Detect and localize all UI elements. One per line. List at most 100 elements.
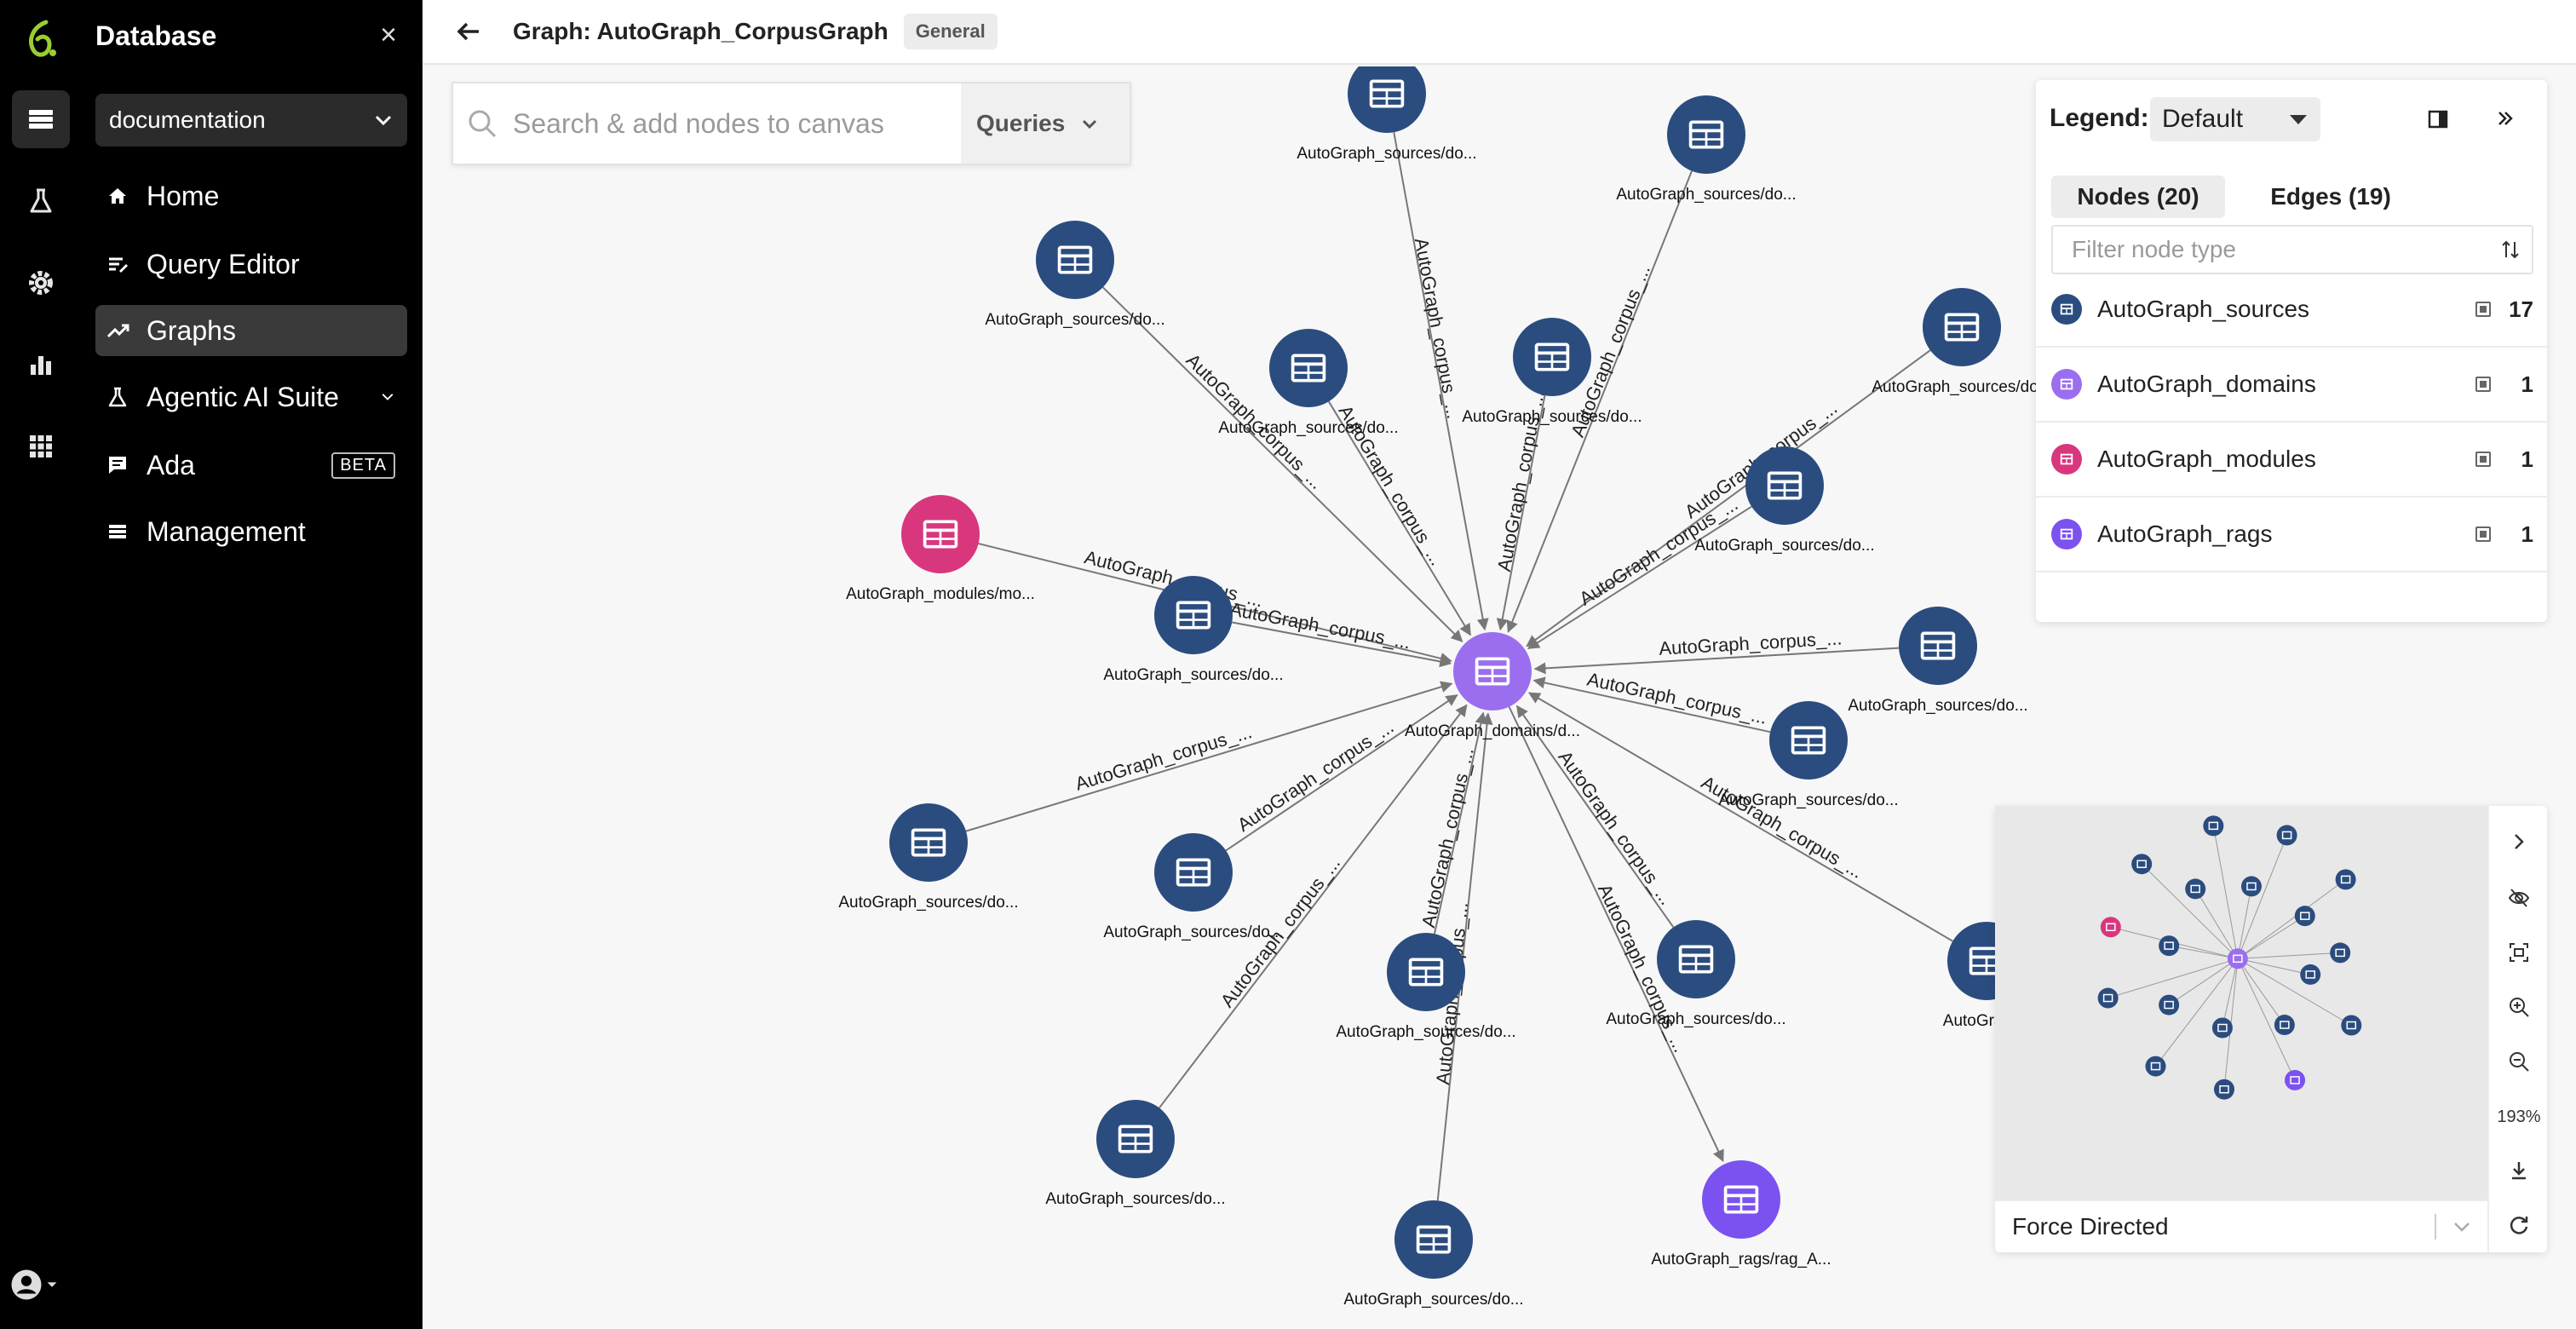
tab-nodes[interactable]: Nodes (20) (2051, 175, 2225, 218)
node-label: AutoGraph_sources/do... (985, 311, 1164, 329)
minimap-node (2159, 994, 2180, 1015)
graph-node-source[interactable]: AutoGraph_sources/do... (985, 221, 1165, 329)
graph-node-source[interactable]: AutoGraph_sources/do... (1336, 933, 1516, 1041)
nav-item-label: Agentic AI Suite (147, 381, 339, 412)
nav-item-home[interactable]: Home (95, 170, 407, 222)
database-rail-icon[interactable] (12, 90, 70, 148)
app-logo-icon[interactable] (20, 19, 61, 60)
node-type-name: AutoGraph_modules (2097, 446, 2316, 472)
chevron-right-icon[interactable] (2504, 826, 2534, 857)
graph-node-domain-center[interactable]: AutoGraph_domains/d... (1405, 632, 1580, 740)
graph-node-source[interactable]: AutoGraph_sources/do... (1045, 1100, 1226, 1208)
edge-label: AutoGraph_corpus_... (1233, 716, 1398, 836)
minimap-edge (2237, 886, 2252, 959)
node-label: AutoGraph_rags/rag_A... (1651, 1251, 1831, 1269)
graph-node-rag[interactable]: AutoGraph_rags/rag_A... (1651, 1160, 1831, 1269)
graph-edge[interactable] (1527, 505, 1752, 650)
visibility-toggle-icon[interactable] (2475, 377, 2491, 392)
graph-edge[interactable] (965, 681, 1453, 832)
graph-node-source[interactable]: AutoGraph_sources/do... (1103, 833, 1284, 941)
nav-title: Database (95, 20, 217, 51)
list-icon (109, 525, 126, 538)
graph-node-source[interactable]: AutoGraph_sources/do... (1872, 288, 2052, 396)
legend-row[interactable]: AutoGraph_modules 1 (2036, 423, 2547, 498)
node-type-count: 1 (2521, 521, 2533, 547)
nav-item-query-editor[interactable]: Query Editor (95, 239, 407, 290)
layout-select-value: Force Directed (2012, 1213, 2169, 1240)
node-type-icon (2051, 369, 2082, 400)
apps-grid-icon[interactable] (12, 417, 70, 475)
settings-gear-icon[interactable] (12, 254, 70, 312)
user-avatar-icon[interactable] (9, 1264, 70, 1305)
node-type-icon (2051, 519, 2082, 549)
visibility-toggle-icon[interactable] (2475, 526, 2491, 542)
graph-node-source[interactable]: AutoGraph_sources/do... (838, 803, 1019, 912)
zoom-out-icon[interactable] (2504, 1046, 2534, 1077)
graph-node-source[interactable]: AutoGraph_sources/do... (1297, 66, 1477, 163)
minimap-node (2145, 1056, 2166, 1077)
side-panel-icon[interactable] (2426, 107, 2450, 131)
tab-edges[interactable]: Edges (19) (2245, 175, 2416, 218)
minimap-edge (2237, 958, 2352, 1026)
minimap-node (2274, 1015, 2295, 1036)
fit-screen-icon[interactable] (2504, 937, 2534, 968)
visibility-toggle-icon[interactable] (2475, 452, 2491, 467)
nav-item-ada[interactable]: Ada BETA (95, 440, 407, 491)
graph-node-module[interactable]: AutoGraph_modules/mo... (846, 495, 1035, 603)
nav-item-management[interactable]: Management (95, 506, 407, 557)
node-label: AutoGraph_sources/do... (1218, 419, 1398, 437)
graph-type-badge: General (903, 14, 998, 49)
node-label: AutoGraph_sources/do... (1616, 186, 1796, 204)
legend-row[interactable]: AutoGraph_domains 1 (2036, 348, 2547, 423)
node-label: AutoGraph_sources/do... (1297, 145, 1476, 163)
navigation-panel: Database × documentation Home Query Edit… (82, 0, 423, 1329)
refresh-icon[interactable] (2504, 1210, 2534, 1240)
minimap-node (2240, 876, 2262, 897)
visibility-toggle-icon[interactable] (2475, 302, 2491, 317)
nav-item-agentic-ai-suite[interactable]: Agentic AI Suite (95, 371, 407, 423)
minimap-node (2341, 1015, 2362, 1036)
node-label: AutoGraph_sources/do... (1103, 666, 1283, 684)
minimap-node (2097, 987, 2119, 1009)
graphs-icon (106, 324, 129, 338)
minimap-toolbar: 193% (2487, 806, 2547, 1252)
database-select[interactable]: documentation (95, 94, 407, 147)
graph-edge[interactable] (1527, 692, 1953, 942)
node-label: AutoGraph_sources/do... (1872, 378, 2051, 396)
back-arrow-icon[interactable] (453, 16, 484, 47)
minimap-view[interactable] (1995, 806, 2487, 1200)
filter-node-type (2051, 225, 2533, 274)
analytics-chart-icon[interactable] (12, 336, 70, 394)
queries-label: Queries (976, 110, 1066, 136)
graph-edge[interactable] (1225, 694, 1458, 852)
filter-node-type-input[interactable] (2072, 236, 2481, 263)
nav-item-label: Query Editor (147, 248, 300, 279)
icon-rail (0, 0, 82, 1329)
graph-node-source[interactable]: AutoGraph_sources/do... (1848, 607, 2028, 715)
database-select-value: documentation (109, 106, 266, 133)
queries-dropdown[interactable]: Queries (961, 83, 1130, 164)
graph-node-source[interactable]: AutoGraph_sources/do... (1343, 1200, 1524, 1309)
legend-row[interactable]: AutoGraph_rags 1 (2036, 498, 2547, 572)
legend-select[interactable]: Default (2150, 97, 2320, 141)
search-input[interactable] (513, 107, 939, 140)
chevron-down-icon[interactable] (380, 389, 395, 405)
collapse-panel-icon[interactable] (2493, 106, 2518, 131)
close-nav-icon[interactable]: × (371, 19, 405, 52)
node-type-icon (2051, 294, 2082, 325)
minimap-node (2185, 878, 2206, 900)
minimap-node (2335, 869, 2356, 890)
caret-down-icon (2290, 114, 2307, 124)
zoom-in-icon[interactable] (2504, 992, 2534, 1022)
node-label: AutoGraph_sources/do... (1848, 697, 2027, 715)
flask-rail-icon[interactable] (12, 172, 70, 230)
sort-icon[interactable] (2499, 239, 2521, 261)
graph-node-source[interactable]: AutoGraph_sources/do... (1218, 329, 1399, 437)
node-label: AutoGraph_domains/d... (1405, 722, 1580, 740)
layout-select[interactable]: Force Directed (1995, 1200, 2487, 1252)
nav-item-graphs[interactable]: Graphs (95, 305, 407, 356)
graph-node-source[interactable]: AutoGraph_sources/do... (1616, 95, 1797, 204)
download-icon[interactable] (2504, 1155, 2534, 1186)
legend-row[interactable]: AutoGraph_sources 17 (2036, 273, 2547, 348)
hide-icon[interactable] (2504, 883, 2534, 913)
